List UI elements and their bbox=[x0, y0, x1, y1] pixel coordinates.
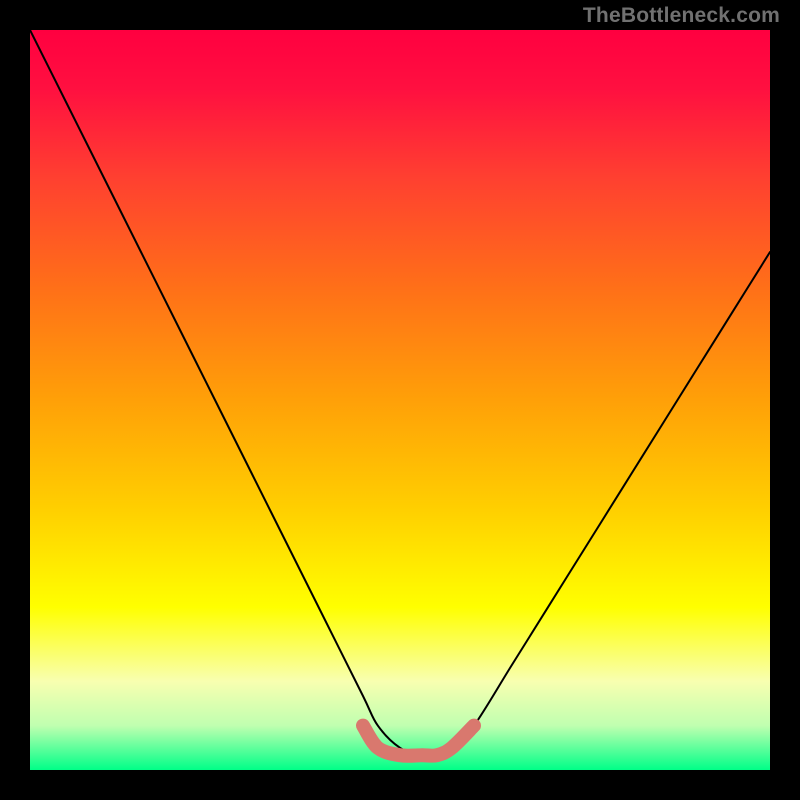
curve-layer bbox=[30, 30, 770, 770]
chart-frame: TheBottleneck.com bbox=[0, 0, 800, 800]
watermark-text: TheBottleneck.com bbox=[583, 4, 780, 28]
bottleneck-curve bbox=[30, 30, 770, 756]
optimal-band bbox=[363, 726, 474, 756]
plot-area bbox=[30, 30, 770, 770]
